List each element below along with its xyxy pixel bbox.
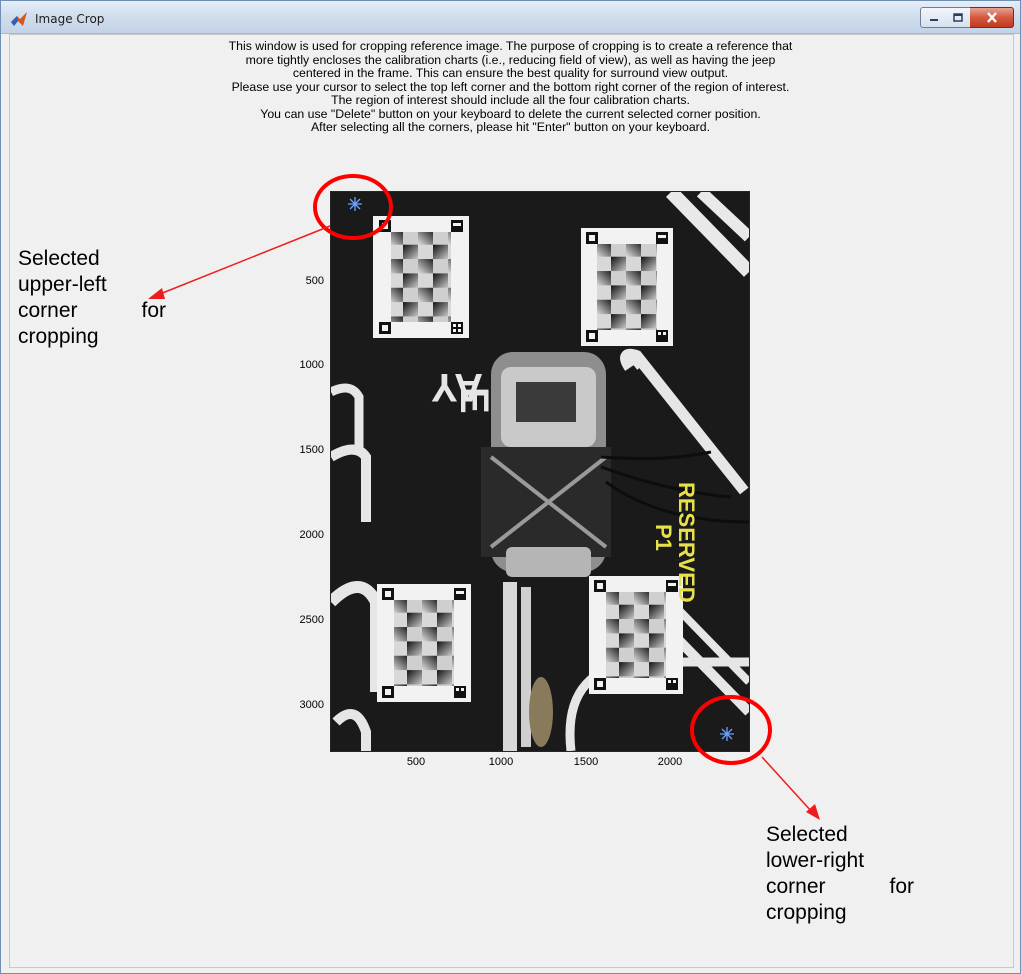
maximize-icon [952,13,963,22]
annotation-line: Selected [18,247,100,270]
y-tick-label: 2000 [299,529,324,541]
instructions-text: This window is used for cropping referen… [0,39,1021,135]
annotation-word: for [141,299,166,322]
window-title: Image Crop [35,12,105,26]
minimize-button[interactable] [920,7,947,28]
image-axes[interactable]: AY E RESERVED P1 [330,191,750,752]
calibration-chart-bottom-right [589,576,683,694]
annotation-line: cropping [766,901,847,924]
annotation-line: upper-left [18,273,107,296]
p1-text: P1 [651,524,676,551]
y-tick-label: 3000 [299,699,324,711]
calibration-chart-top-right [581,228,673,346]
x-tick-label: 1000 [488,756,514,768]
y-tick-label: 1000 [299,359,324,371]
lower-right-marker-icon[interactable] [720,727,734,741]
x-tick-label: 1500 [573,756,599,768]
close-button[interactable] [970,7,1014,28]
instruction-line: The region of interest should include al… [331,93,690,107]
annotation-word: corner [18,299,78,322]
instruction-line: more tightly encloses the calibration ch… [245,52,776,67]
matlab-icon [11,12,27,26]
x-tick-label: 2000 [657,756,683,768]
floor-text-2: E [452,387,496,414]
instruction-line: This window is used for cropping referen… [228,39,793,53]
annotation-line: Selected [766,823,848,846]
close-icon [986,12,997,23]
instruction-line: After selecting all the corners, please … [310,120,711,134]
instruction-line: centered in the frame. This can ensure t… [292,66,729,80]
minimize-icon [929,18,938,21]
y-tick-label: 1500 [299,444,324,456]
calibration-chart-bottom-left [377,584,471,702]
calibration-chart-top-left [373,216,469,338]
annotation-word: corner [766,875,826,898]
y-tick-label: 2500 [299,614,324,626]
instruction-line: You can use "Delete" button on your keyb… [260,106,761,121]
upper-left-marker-icon[interactable] [348,197,362,211]
reserved-text: RESERVED [674,482,699,603]
y-tick-label: 500 [305,275,324,287]
reference-image[interactable]: AY E RESERVED P1 [331,192,749,751]
x-tick-label: 500 [406,756,426,768]
annotation-word: for [889,875,914,898]
annotation-line: cropping [18,325,99,348]
maximize-button[interactable] [945,7,971,28]
annotation-line: lower-right [766,849,865,872]
lower-right-annotation: Selected lower-right corner for cropping [766,822,914,926]
upper-left-annotation: Selected upper-left corner for cropping [18,246,166,350]
instruction-line: Please use your cursor to select the top… [231,79,790,94]
title-bar[interactable]: Image Crop [1,1,1020,34]
